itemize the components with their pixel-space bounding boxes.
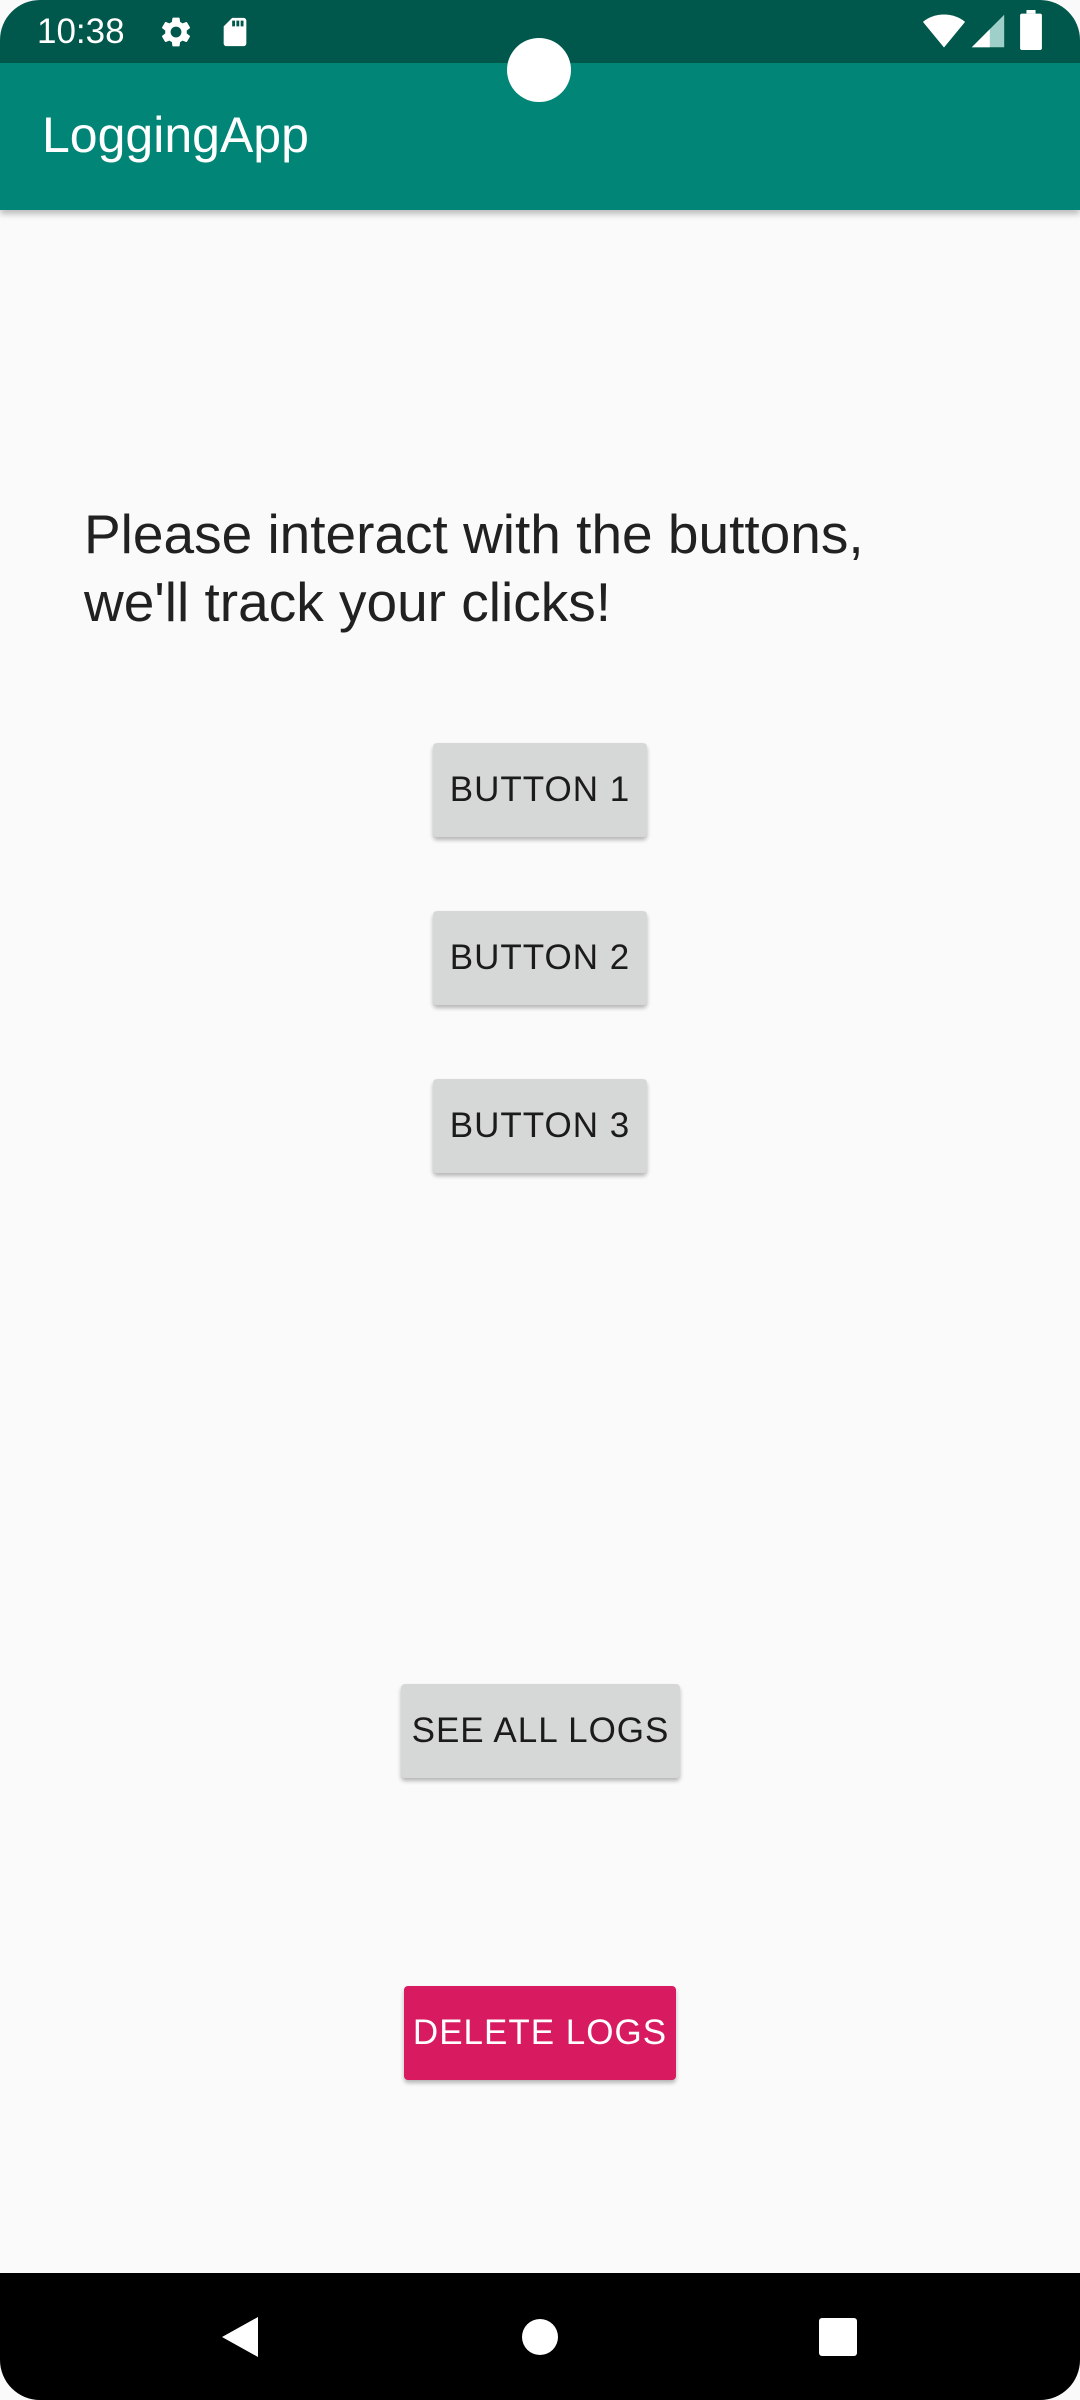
recents-button[interactable] (768, 2273, 908, 2400)
cell-signal-icon (970, 12, 1006, 55)
see-all-logs-button[interactable]: SEE ALL LOGS (401, 1684, 680, 1778)
button-1[interactable]: BUTTON 1 (433, 743, 647, 837)
home-button[interactable] (470, 2273, 610, 2400)
wifi-icon (922, 12, 966, 55)
delete-logs-button[interactable]: DELETE LOGS (404, 1986, 676, 2080)
status-time: 10:38 (37, 12, 125, 51)
camera-cutout (507, 38, 571, 102)
sd-card-icon (218, 14, 252, 55)
home-icon (522, 2318, 558, 2355)
button-2[interactable]: BUTTON 2 (433, 911, 647, 1005)
app-title: LoggingApp (42, 107, 309, 163)
instructions-text: Please interact with the buttons, we'll … (84, 503, 864, 633)
navigation-bar (0, 2273, 1080, 2400)
battery-icon (1020, 10, 1042, 55)
recents-icon (819, 2317, 857, 2356)
back-icon (222, 2316, 258, 2357)
back-button[interactable] (170, 2273, 310, 2400)
button-3[interactable]: BUTTON 3 (433, 1079, 647, 1173)
settings-icon (158, 14, 194, 55)
